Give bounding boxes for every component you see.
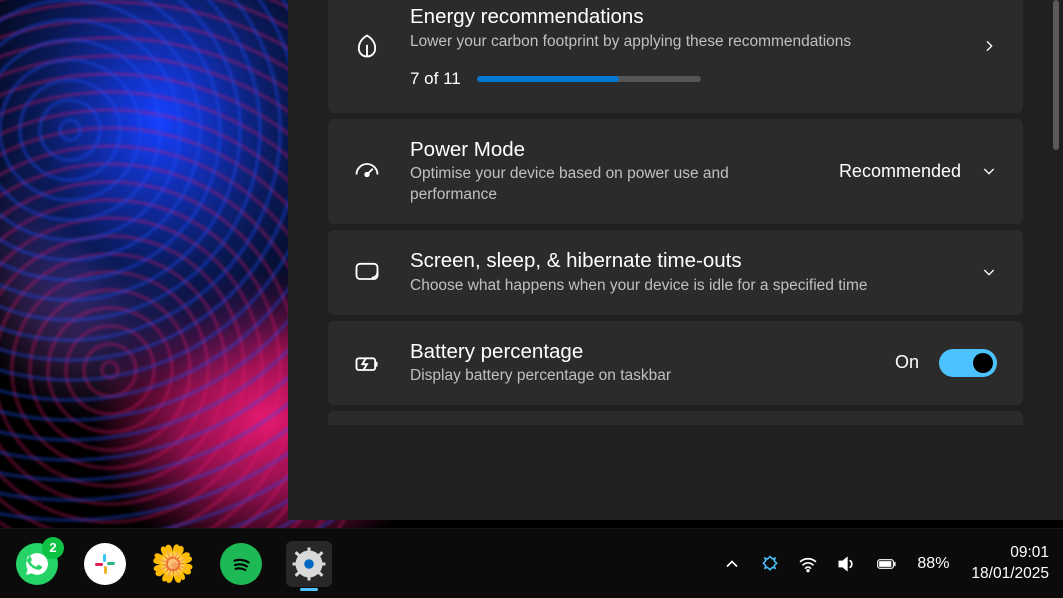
energy-recommendations-card[interactable]: Energy recommendations Lower your carbon… (328, 0, 1023, 113)
app-taskbar-icon[interactable]: 🌼 (150, 541, 196, 587)
battery-tray-icon[interactable] (873, 553, 901, 575)
chevron-down-icon (981, 163, 997, 179)
card-subtitle: Lower your carbon footprint by applying … (410, 32, 930, 53)
screen-sleep-card[interactable]: Screen, sleep, & hibernate time-outs Cho… (328, 230, 1023, 315)
flower-icon: 🌼 (151, 543, 196, 585)
next-card-peek (328, 411, 1023, 425)
card-title: Power Mode (410, 137, 811, 163)
power-mode-card[interactable]: Power Mode Optimise your device based on… (328, 119, 1023, 224)
card-subtitle: Display battery percentage on taskbar (410, 366, 867, 387)
whatsapp-taskbar-icon[interactable]: 2 (14, 541, 60, 587)
progress-text: 7 of 11 (410, 69, 461, 89)
tray-overflow-icon[interactable] (721, 553, 743, 575)
card-title: Battery percentage (410, 339, 867, 365)
battery-percentage-text: 88% (917, 555, 949, 573)
scrollbar-thumb[interactable] (1053, 0, 1059, 150)
card-subtitle: Choose what happens when your device is … (410, 276, 930, 297)
card-title: Energy recommendations (410, 4, 953, 30)
power-mode-value: Recommended (839, 161, 961, 182)
leaf-icon (352, 31, 382, 61)
toggle-knob (973, 353, 993, 373)
wifi-tray-icon[interactable] (797, 553, 819, 575)
battery-charging-icon (352, 348, 382, 378)
clock-area[interactable]: 09:01 18/01/2025 (971, 543, 1049, 583)
chevron-down-icon (981, 264, 997, 280)
progress-fill (477, 76, 619, 82)
settings-window: Energy recommendations Lower your carbon… (288, 0, 1063, 520)
slack-taskbar-icon[interactable] (82, 541, 128, 587)
whatsapp-badge: 2 (42, 537, 64, 559)
spotify-icon (228, 551, 254, 577)
date-text: 18/01/2025 (971, 564, 1049, 584)
settings-taskbar-icon[interactable] (286, 541, 332, 587)
progress-bar (477, 76, 701, 82)
card-subtitle: Optimise your device based on power use … (410, 164, 811, 206)
toggle-state-label: On (895, 352, 919, 373)
taskbar: 2 🌼 (0, 528, 1063, 598)
battery-percentage-toggle[interactable] (939, 349, 997, 377)
gear-icon (291, 546, 327, 582)
time-text: 09:01 (971, 543, 1049, 563)
chevron-right-icon (981, 38, 997, 54)
gauge-icon (352, 156, 382, 186)
screen-timeout-icon (352, 257, 382, 287)
slack-icon (93, 552, 117, 576)
battery-percentage-card: Battery percentage Display battery perce… (328, 321, 1023, 406)
card-title: Screen, sleep, & hibernate time-outs (410, 248, 953, 274)
copilot-tray-icon[interactable] (759, 553, 781, 575)
spotify-taskbar-icon[interactable] (218, 541, 264, 587)
volume-tray-icon[interactable] (835, 553, 857, 575)
